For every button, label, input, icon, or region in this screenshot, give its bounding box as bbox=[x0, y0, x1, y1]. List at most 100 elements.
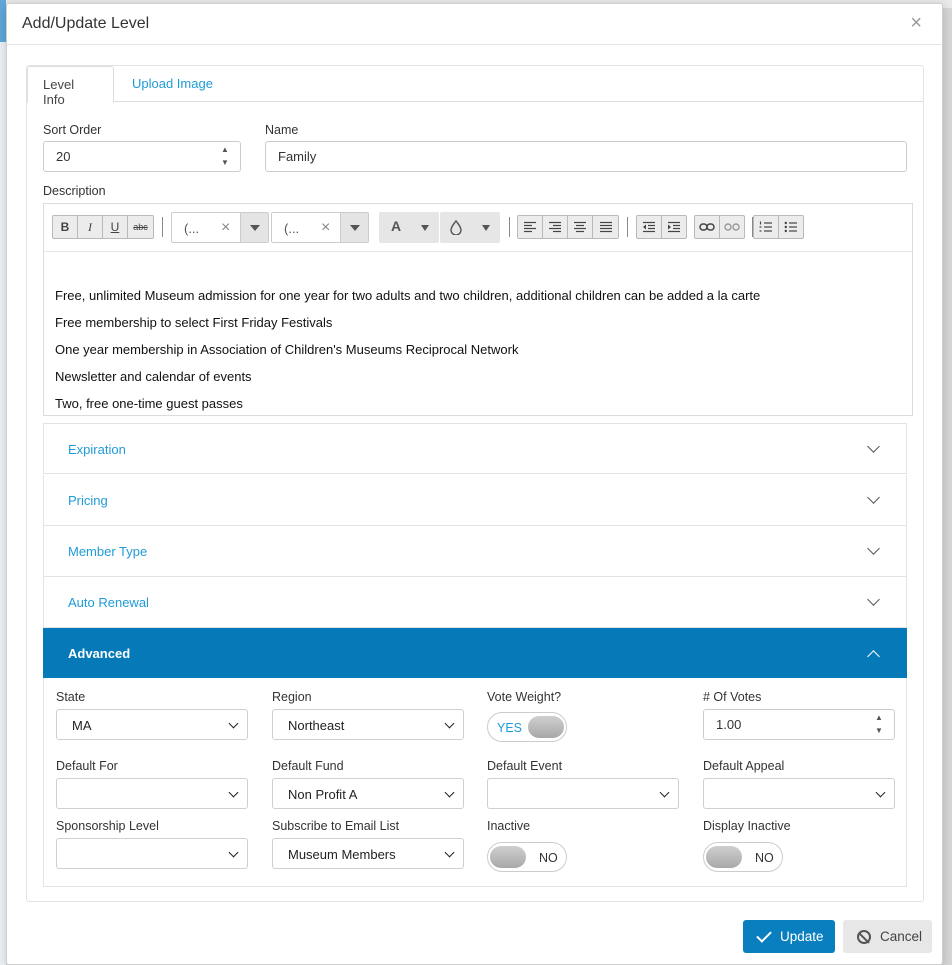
display-inactive-toggle[interactable]: NO bbox=[703, 842, 783, 872]
font-color-icon: A bbox=[391, 218, 402, 234]
chevron-down-icon bbox=[444, 718, 455, 729]
chevron-down-icon bbox=[659, 787, 670, 798]
num-votes-spinner[interactable]: ▲ ▼ bbox=[866, 710, 894, 739]
advanced-panel: State MA Region Northeast Vote Weight? Y… bbox=[43, 678, 907, 887]
bullet-list-icon[interactable] bbox=[779, 216, 803, 238]
toggle-state: YES bbox=[497, 721, 523, 735]
name-input[interactable]: Family bbox=[265, 141, 907, 172]
default-fund-label: Default Fund bbox=[272, 759, 344, 773]
state-select[interactable]: MA bbox=[56, 709, 248, 740]
description-line: Free, unlimited Museum admission for one… bbox=[55, 288, 761, 303]
default-appeal-select[interactable] bbox=[703, 778, 895, 809]
add-update-level-modal: Add/Update Level × Level Info Upload Ima… bbox=[6, 3, 943, 965]
sort-order-label: Sort Order bbox=[43, 123, 102, 137]
accordion-title: Expiration bbox=[68, 442, 126, 457]
link-icon[interactable] bbox=[695, 216, 720, 238]
spin-down-icon[interactable]: ▼ bbox=[221, 158, 229, 167]
underline-button[interactable]: U bbox=[103, 216, 128, 238]
chevron-down-icon bbox=[228, 787, 239, 798]
toggle-knob bbox=[706, 846, 742, 868]
font-family-select[interactable]: (... × bbox=[171, 212, 269, 243]
clear-icon[interactable]: × bbox=[221, 219, 230, 237]
list-buttons bbox=[753, 215, 804, 239]
font-size-select[interactable]: (... × bbox=[271, 212, 369, 243]
accordion-pricing[interactable]: Pricing bbox=[43, 475, 907, 526]
sponsorship-level-label: Sponsorship Level bbox=[56, 819, 159, 833]
default-for-select[interactable] bbox=[56, 778, 248, 809]
indent-icon[interactable] bbox=[662, 216, 686, 238]
color-drop-icon bbox=[450, 220, 462, 235]
description-line: Free membership to select First Friday F… bbox=[55, 315, 333, 330]
num-votes-input[interactable]: 1.00 ▲ ▼ bbox=[703, 709, 895, 740]
editor-content[interactable]: Free, unlimited Museum admission for one… bbox=[55, 288, 761, 415]
clear-icon[interactable]: × bbox=[321, 219, 330, 237]
region-label: Region bbox=[272, 690, 312, 704]
chevron-down-icon[interactable] bbox=[240, 213, 268, 242]
align-justify-icon[interactable] bbox=[593, 216, 618, 238]
accordion-advanced[interactable]: Advanced bbox=[43, 628, 907, 678]
strikethrough-button[interactable]: abc bbox=[128, 216, 153, 238]
unlink-icon[interactable] bbox=[720, 216, 744, 238]
link-buttons bbox=[694, 215, 745, 239]
email-list-select[interactable]: Museum Members bbox=[272, 838, 464, 869]
spin-up-icon[interactable]: ▲ bbox=[875, 713, 883, 722]
update-button[interactable]: Update bbox=[743, 920, 835, 953]
name-value: Family bbox=[278, 149, 317, 164]
check-icon bbox=[756, 926, 772, 943]
tab-bar: Level Info Upload Image bbox=[27, 66, 923, 107]
toolbar-divider bbox=[627, 217, 628, 237]
tab-panel: Level Info Upload Image Sort Order 20 ▲ … bbox=[26, 65, 924, 902]
default-for-label: Default For bbox=[56, 759, 118, 773]
sponsorship-level-select[interactable] bbox=[56, 838, 248, 869]
toggle-knob bbox=[490, 846, 526, 868]
align-left-icon[interactable] bbox=[518, 216, 543, 238]
spin-down-icon[interactable]: ▼ bbox=[875, 726, 883, 735]
chevron-down-icon bbox=[867, 440, 880, 453]
toggle-state: NO bbox=[539, 851, 558, 865]
close-icon[interactable]: × bbox=[910, 13, 922, 33]
spin-up-icon[interactable]: ▲ bbox=[221, 145, 229, 154]
vote-weight-toggle[interactable]: YES bbox=[487, 712, 567, 742]
accordion-title: Pricing bbox=[68, 493, 108, 508]
font-color-button[interactable]: A bbox=[379, 212, 439, 243]
tab-upload-image[interactable]: Upload Image bbox=[117, 66, 228, 102]
description-line: One year membership in Association of Ch… bbox=[55, 342, 519, 357]
sort-order-input[interactable]: 20 ▲ ▼ bbox=[43, 141, 241, 172]
toggle-state: NO bbox=[755, 851, 774, 865]
region-select[interactable]: Northeast bbox=[272, 709, 464, 740]
outdent-icon[interactable] bbox=[637, 216, 662, 238]
sort-order-spinner[interactable]: ▲ ▼ bbox=[212, 142, 240, 171]
email-list-value: Museum Members bbox=[288, 847, 396, 862]
tab-level-info[interactable]: Level Info bbox=[27, 66, 114, 107]
chevron-down-icon bbox=[444, 787, 455, 798]
align-center-icon[interactable] bbox=[568, 216, 593, 238]
accordion-expiration[interactable]: Expiration bbox=[43, 423, 907, 474]
chevron-down-icon bbox=[444, 847, 455, 858]
default-fund-value: Non Profit A bbox=[288, 787, 358, 802]
font-family-value: (... bbox=[184, 221, 200, 236]
cancel-button[interactable]: Cancel bbox=[843, 920, 932, 953]
indent-buttons bbox=[636, 215, 687, 239]
default-event-select[interactable] bbox=[487, 778, 679, 809]
description-label: Description bbox=[43, 184, 106, 198]
default-fund-select[interactable]: Non Profit A bbox=[272, 778, 464, 809]
accordion-title: Member Type bbox=[68, 544, 148, 559]
num-votes-label: # Of Votes bbox=[703, 690, 762, 704]
align-right-icon[interactable] bbox=[543, 216, 568, 238]
num-votes-value: 1.00 bbox=[716, 717, 742, 732]
accordion-auto-renewal[interactable]: Auto Renewal bbox=[43, 577, 907, 628]
region-value: Northeast bbox=[288, 718, 345, 733]
accordion-title: Auto Renewal bbox=[68, 595, 149, 610]
ordered-list-icon[interactable] bbox=[754, 216, 779, 238]
accordion-member-type[interactable]: Member Type bbox=[43, 526, 907, 577]
editor-toolbar: B I U abc (... × (... × A bbox=[44, 204, 912, 252]
chevron-up-icon bbox=[867, 650, 880, 663]
background-color-button[interactable] bbox=[440, 212, 500, 243]
state-label: State bbox=[56, 690, 86, 704]
inactive-toggle[interactable]: NO bbox=[487, 842, 567, 872]
bold-button[interactable]: B bbox=[53, 216, 78, 238]
chevron-down-icon[interactable] bbox=[340, 213, 368, 242]
email-list-label: Subscribe to Email List bbox=[272, 819, 400, 833]
italic-button[interactable]: I bbox=[78, 216, 103, 238]
update-button-label: Update bbox=[780, 929, 824, 944]
